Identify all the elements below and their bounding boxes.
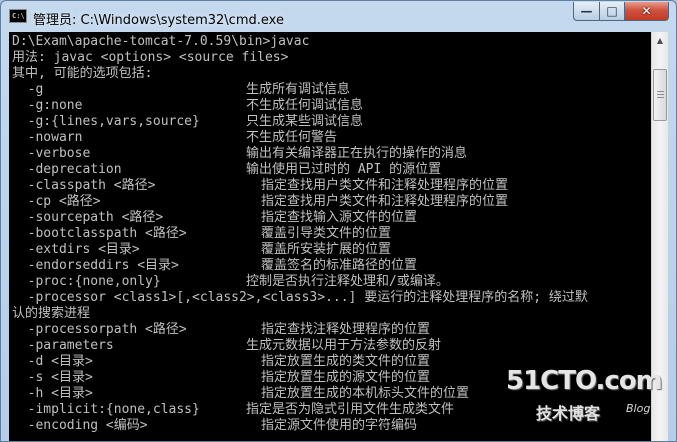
option-description: 指定查找输入源文件的位置: [261, 210, 418, 225]
console-line: -deprecation 输出使用已过时的 API 的源位置: [12, 162, 648, 178]
option-description: 覆盖签名的标准路径的位置: [261, 258, 418, 273]
option-description: 控制是否执行注释处理和/或编译。: [246, 274, 449, 289]
option-description: 指定是否为隐式引用文件生成类文件: [246, 402, 455, 417]
close-button[interactable]: ✕: [624, 2, 669, 21]
console-line: 用法: javac <options> <source files>: [12, 50, 289, 65]
console-line: -implicit:{none,class} 指定是否为隐式引用文件生成类文件: [12, 402, 648, 418]
console-line: -processorpath <路径> 指定查找注释处理程序的位置: [12, 322, 648, 338]
option-description: 生成元数据以用于方法参数的反射: [246, 338, 442, 353]
console-line: -sourcepath <路径> 指定查找输入源文件的位置: [12, 210, 648, 226]
option-flag: -g: [12, 82, 44, 97]
console-line: 认的搜索进程: [12, 306, 91, 321]
option-flag: -d <目录>: [12, 354, 93, 369]
option-description: 生成所有调试信息: [246, 82, 351, 97]
option-flag: -g:{lines,vars,source}: [12, 114, 200, 129]
console-line: -g:{lines,vars,source} 只生成某些调试信息: [12, 114, 648, 130]
option-description: 不生成任何调试信息: [246, 98, 364, 113]
option-description: 覆盖所安装扩展的位置: [261, 242, 392, 257]
option-flag: -classpath <路径>: [12, 178, 156, 193]
option-description: 输出有关编译器正在执行的操作的消息: [246, 146, 468, 161]
option-flag: -verbose: [12, 146, 91, 161]
scroll-up-arrow-icon[interactable]: ▲: [652, 32, 668, 49]
console-line: -processor <class1>[,<class2>,<class3>..…: [12, 290, 588, 305]
option-flag: -encoding <编码>: [12, 418, 148, 433]
option-description: 指定放置生成的类文件的位置: [261, 354, 431, 369]
console-line: -parameters 生成元数据以用于方法参数的反射: [12, 338, 648, 354]
option-description: 只生成某些调试信息: [246, 114, 364, 129]
option-flag: -h <目录>: [12, 386, 93, 401]
console-line: -nowarn 不生成任何警告: [12, 130, 648, 146]
option-description: 指定源文件使用的字符编码: [261, 418, 418, 433]
console-line: -proc:{none,only} 控制是否执行注释处理和/或编译。: [12, 274, 648, 290]
option-description: 指定查找用户类文件和注释处理程序的位置: [261, 178, 509, 193]
thumb-grip-line: [657, 91, 664, 92]
console-line: -verbose 输出有关编译器正在执行的操作的消息: [12, 146, 648, 162]
option-flag: -processorpath <路径>: [12, 322, 187, 337]
console-output[interactable]: D:\Exam\apache-tomcat-7.0.59\bin>javac 用法…: [9, 32, 651, 441]
option-flag: -implicit:{none,class}: [12, 402, 200, 417]
option-flag: -bootclasspath <路径>: [12, 226, 187, 241]
scroll-thumb[interactable]: [653, 69, 667, 121]
option-description: 输出使用已过时的 API 的源位置: [246, 162, 442, 177]
option-flag: -nowarn: [12, 130, 83, 145]
console-line: -encoding <编码> 指定源文件使用的字符编码: [12, 418, 648, 434]
option-flag: -deprecation: [12, 162, 122, 177]
console-line: -g:none 不生成任何调试信息: [12, 98, 648, 114]
cmd-window: C:\ 管理员: C:\Windows\system32\cmd.exe — □…: [0, 0, 677, 442]
console-line: -classpath <路径> 指定查找用户类文件和注释处理程序的位置: [12, 178, 648, 194]
console-line: -cp <路径> 指定查找用户类文件和注释处理程序的位置: [12, 194, 648, 210]
console-line: D:\Exam\apache-tomcat-7.0.59\bin>javac: [12, 34, 310, 49]
option-description: 不生成任何警告: [246, 130, 338, 145]
console-line: -s <目录> 指定放置生成的源文件的位置: [12, 370, 648, 386]
option-flag: -s <目录>: [12, 370, 93, 385]
option-flag: -g:none: [12, 98, 83, 113]
vertical-scrollbar[interactable]: ▲: [651, 32, 668, 441]
console-line: -endorseddirs <目录> 覆盖签名的标准路径的位置: [12, 258, 648, 274]
console-line: -extdirs <目录> 覆盖所安装扩展的位置: [12, 242, 648, 258]
thumb-grip-line: [657, 97, 664, 98]
option-description: 指定放置生成的源文件的位置: [261, 370, 431, 385]
minimize-button[interactable]: —: [573, 2, 600, 21]
option-description: 指定查找用户类文件和注释处理程序的位置: [261, 194, 509, 209]
option-flag: -extdirs <目录>: [12, 242, 140, 257]
window-title: 管理员: C:\Windows\system32\cmd.exe: [33, 13, 284, 28]
console-line: -bootclasspath <路径> 覆盖引导类文件的位置: [12, 226, 648, 242]
option-description: 覆盖引导类文件的位置: [261, 226, 392, 241]
option-description: 指定查找注释处理程序的位置: [261, 322, 431, 337]
console-line: -h <目录> 指定放置生成的本机标头文件的位置: [12, 386, 648, 402]
title-bar[interactable]: C:\ 管理员: C:\Windows\system32\cmd.exe — □…: [1, 1, 676, 31]
option-flag: -parameters: [12, 338, 114, 353]
option-flag: -proc:{none,only}: [12, 274, 161, 289]
thumb-grip-line: [657, 94, 664, 95]
cmd-app-icon[interactable]: C:\: [9, 9, 27, 23]
option-flag: -endorseddirs <目录>: [12, 258, 179, 273]
console-line: -g 生成所有调试信息: [12, 82, 648, 98]
console-line: 其中, 可能的选项包括:: [12, 66, 153, 81]
option-flag: -cp <路径>: [12, 194, 101, 209]
option-description: 指定放置生成的本机标头文件的位置: [261, 386, 470, 401]
option-flag: -sourcepath <路径>: [12, 210, 164, 225]
console-line: -d <目录> 指定放置生成的类文件的位置: [12, 354, 648, 370]
maximize-button[interactable]: □: [599, 2, 625, 21]
